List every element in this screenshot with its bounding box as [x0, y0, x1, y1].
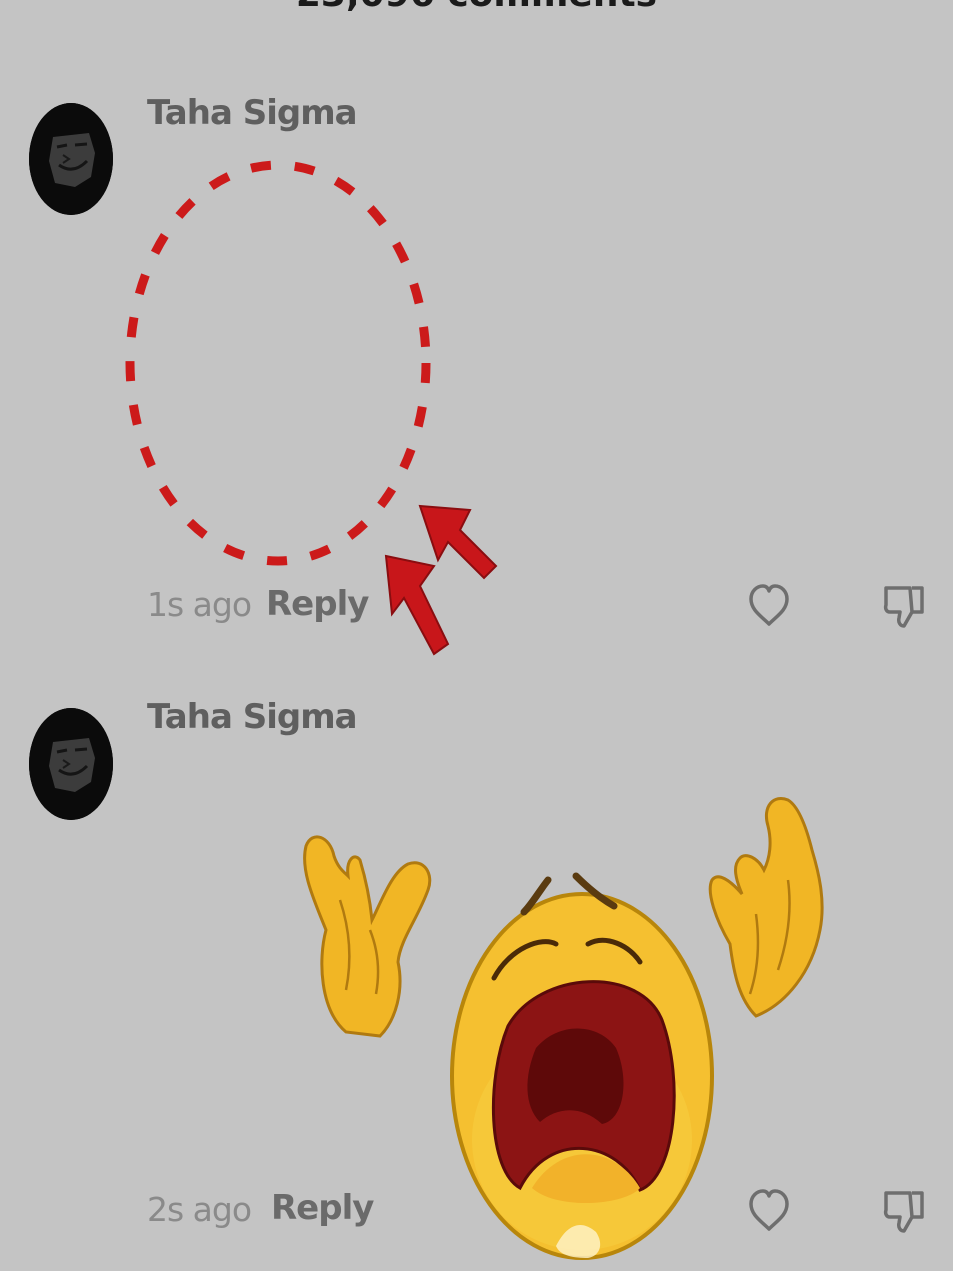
dashed-circle-highlight: [125, 160, 431, 566]
arrow-icon: [384, 554, 450, 656]
overlay-graphics: [125, 160, 824, 1260]
left-hand-icon: [303, 835, 432, 1038]
crying-emoji-sticker: [303, 797, 824, 1260]
right-hand-icon: [708, 797, 824, 1018]
